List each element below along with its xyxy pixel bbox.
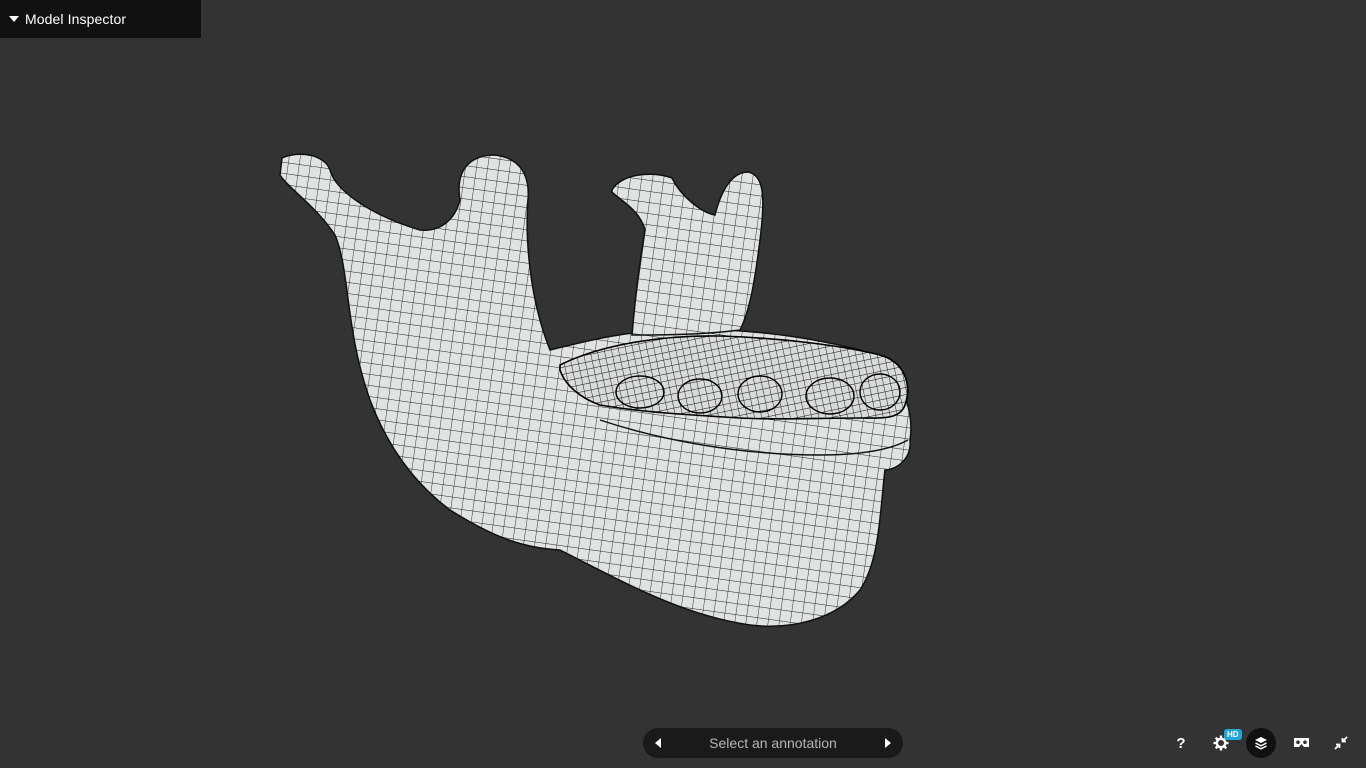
- vr-button[interactable]: [1286, 728, 1316, 758]
- arrow-left-icon[interactable]: [655, 738, 661, 748]
- help-button[interactable]: ?: [1166, 728, 1196, 758]
- arrow-right-icon[interactable]: [885, 738, 891, 748]
- ramus-far: [611, 171, 764, 336]
- layers-icon: [1255, 737, 1267, 750]
- inspector-label: Model Inspector: [25, 11, 127, 27]
- annotation-select-label[interactable]: Select an annotation: [709, 735, 837, 751]
- fullscreen-exit-button[interactable]: [1326, 728, 1356, 758]
- model-inspector-toggle[interactable]: Model Inspector: [0, 0, 201, 38]
- jaw-mesh-model[interactable]: [0, 0, 1366, 768]
- hd-badge: HD: [1224, 729, 1242, 740]
- vr-headset-icon: [1293, 738, 1309, 747]
- caret-down-icon: [9, 16, 19, 22]
- help-icon: ?: [1176, 734, 1186, 752]
- fullscreen-exit-icon: [1334, 736, 1348, 750]
- annotation-navigator: Select an annotation: [643, 728, 903, 758]
- 3d-viewport[interactable]: [0, 0, 1366, 768]
- layers-button[interactable]: [1246, 728, 1276, 758]
